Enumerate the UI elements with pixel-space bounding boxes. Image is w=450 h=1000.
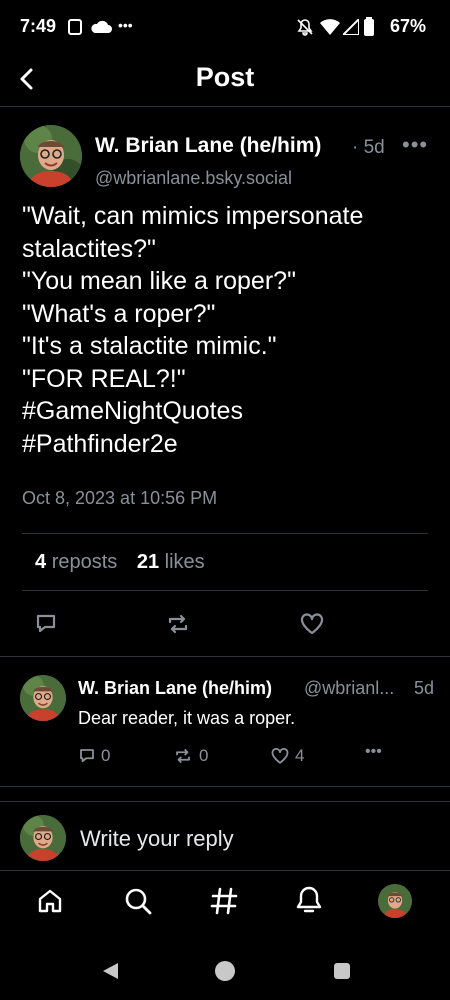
more-options-icon[interactable]: ••• — [402, 132, 428, 158]
status-bar: 7:49 ••• 67% — [0, 0, 450, 52]
like-count: 4 — [295, 746, 305, 765]
reply-reply-button[interactable]: 0 — [78, 746, 110, 766]
post-line: "You mean like a roper?" — [22, 267, 296, 295]
post-age: · 5d — [352, 137, 385, 158]
profile-avatar[interactable] — [378, 884, 412, 918]
system-home-icon[interactable] — [214, 960, 236, 982]
likes-label: likes — [164, 551, 205, 573]
reply-icon[interactable] — [34, 612, 58, 636]
reposts-stat[interactable]: 4 reposts — [35, 551, 117, 573]
post-line: "It's a stalactite mimic." — [22, 332, 277, 360]
reposts-label: reposts — [51, 551, 118, 573]
mute-icon — [297, 19, 313, 36]
wifi-icon — [320, 19, 340, 35]
reply-icon — [80, 749, 94, 763]
like-icon[interactable] — [299, 612, 325, 636]
more-notifications-icon: ••• — [118, 17, 133, 33]
post-line: "FOR REAL?!" — [22, 364, 186, 393]
divider — [0, 870, 450, 871]
status-time: 7:49 — [20, 16, 57, 36]
hashtag-link[interactable]: #Pathfinder2e — [22, 428, 432, 461]
reply-author-handle[interactable]: @wbrianl... — [304, 678, 394, 699]
divider — [0, 656, 450, 657]
hashtag-icon[interactable] — [209, 886, 239, 916]
repost-icon[interactable] — [164, 612, 192, 636]
page-title: Post — [195, 62, 255, 92]
repost-icon — [176, 749, 190, 763]
reply-text: Dear reader, it was a roper. — [78, 708, 296, 728]
home-icon[interactable] — [36, 887, 64, 915]
my-avatar — [20, 815, 66, 861]
notification-icon — [68, 19, 82, 35]
search-icon[interactable] — [123, 886, 153, 916]
post-timestamp: Oct 8, 2023 at 10:56 PM — [22, 488, 218, 508]
divider — [22, 590, 428, 591]
divider — [22, 533, 428, 534]
reposts-count: 4 — [35, 551, 47, 573]
post-line: "Wait, can mimics impersonate — [22, 202, 364, 230]
author-avatar[interactable] — [20, 125, 82, 187]
post-line: stalactites?" — [22, 234, 156, 263]
signal-icon — [343, 19, 359, 35]
likes-stat[interactable]: 21 likes — [137, 551, 205, 573]
engagement-stats: 4 reposts 21 likes — [35, 551, 205, 574]
divider — [0, 786, 450, 787]
reply-repost-button[interactable]: 0 — [172, 746, 208, 766]
like-icon — [271, 747, 289, 764]
system-back-icon[interactable] — [100, 961, 120, 981]
hashtag-link[interactable]: #GameNightQuotes — [22, 395, 432, 428]
reply-composer[interactable]: Write your reply — [80, 826, 234, 852]
repost-count: 0 — [199, 746, 209, 765]
author-name[interactable]: W. Brian Lane (he/him) — [95, 134, 321, 158]
post-text: "Wait, can mimics impersonate stalactite… — [22, 200, 432, 460]
battery-percent: 67% — [389, 16, 426, 36]
battery-icon — [364, 17, 374, 36]
author-handle[interactable]: @wbrianlane.bsky.social — [95, 168, 292, 189]
reply-age: 5d — [414, 678, 435, 698]
header-divider — [0, 106, 450, 107]
reply-count: 0 — [101, 746, 111, 765]
reply-author-name[interactable]: W. Brian Lane (he/him) — [78, 678, 272, 699]
cloud-icon — [91, 20, 112, 33]
system-recents-icon[interactable] — [333, 962, 351, 980]
divider — [0, 801, 450, 802]
reply-like-button[interactable]: 4 — [270, 746, 304, 766]
likes-count: 21 — [136, 551, 160, 573]
more-options-icon[interactable]: ••• — [365, 743, 382, 761]
post-line: "What's a roper?" — [22, 299, 216, 328]
notifications-icon[interactable] — [295, 885, 323, 915]
reply-author-avatar[interactable] — [20, 675, 66, 721]
